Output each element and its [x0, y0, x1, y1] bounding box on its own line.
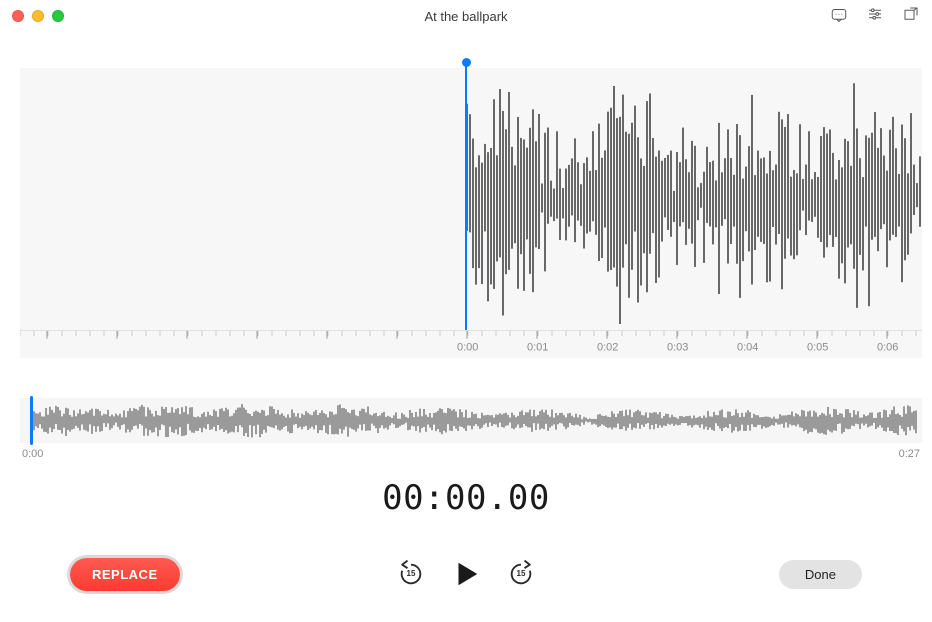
skip-back-seconds-label: 15: [397, 569, 425, 578]
transcript-icon[interactable]: [830, 5, 848, 28]
svg-text:0:00: 0:00: [457, 341, 478, 353]
close-window-button[interactable]: [12, 10, 24, 22]
svg-text:0:05: 0:05: [807, 341, 828, 353]
fullscreen-window-button[interactable]: [52, 10, 64, 22]
time-ruler[interactable]: 0:00 0:01 0:02 0:03 0:04 0:05 0:06: [20, 330, 922, 358]
svg-text:0:03: 0:03: [667, 341, 688, 353]
time-counter: 00:00.00: [0, 478, 932, 518]
skip-fwd-seconds-label: 15: [507, 569, 535, 578]
playback-settings-icon[interactable]: [866, 5, 884, 28]
voice-memo-edit-window: At the ballpark 0:00 0:01 0:02 0:03 0:04 0:05…: [0, 0, 932, 622]
window-controls: [12, 10, 64, 22]
done-button[interactable]: Done: [779, 560, 862, 589]
svg-text:0:04: 0:04: [737, 341, 758, 353]
overview-start-time: 0:00: [22, 448, 43, 464]
detail-waveform[interactable]: [20, 68, 922, 330]
playback-controls: REPLACE 15 15 Done: [0, 550, 932, 598]
overview-end-time: 0:27: [899, 448, 920, 464]
svg-text:0:02: 0:02: [597, 341, 618, 353]
skip-forward-15-button[interactable]: 15: [507, 560, 535, 588]
overview-waveform[interactable]: [20, 398, 922, 443]
replace-button[interactable]: REPLACE: [70, 558, 180, 591]
titlebar: At the ballpark: [0, 0, 932, 32]
overview-time-labels: 0:00 0:27: [20, 446, 922, 464]
svg-text:0:01: 0:01: [527, 341, 548, 353]
play-button[interactable]: [451, 559, 481, 589]
trim-icon[interactable]: [902, 5, 920, 28]
minimize-window-button[interactable]: [32, 10, 44, 22]
overview-playhead[interactable]: [30, 396, 33, 445]
skip-back-15-button[interactable]: 15: [397, 560, 425, 588]
svg-text:0:06: 0:06: [877, 341, 898, 353]
window-title: At the ballpark: [0, 9, 932, 24]
